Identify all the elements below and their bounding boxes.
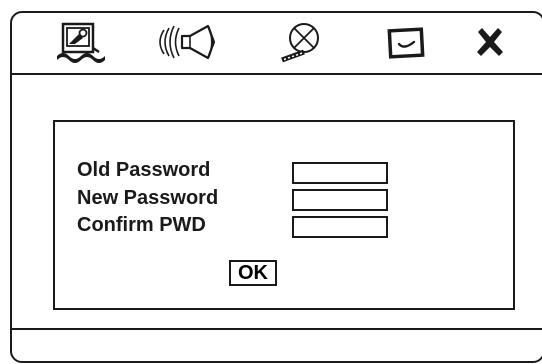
close-icon bbox=[477, 28, 503, 56]
ok-button[interactable]: OK bbox=[229, 260, 277, 286]
confirm-password-field[interactable] bbox=[292, 216, 388, 238]
footer-divider bbox=[11, 328, 542, 330]
system-setup-icon bbox=[57, 22, 105, 63]
confirm-password-label: Confirm PWD bbox=[77, 214, 206, 236]
new-password-field[interactable] bbox=[292, 189, 388, 211]
tab-system-setup[interactable] bbox=[50, 11, 110, 73]
tab-preference[interactable] bbox=[378, 11, 434, 73]
old-password-field[interactable] bbox=[292, 162, 388, 184]
new-password-label: New Password bbox=[77, 187, 219, 209]
old-password-label: Old Password bbox=[77, 159, 211, 181]
tab-exit[interactable] bbox=[464, 11, 516, 73]
speaker-icon bbox=[159, 24, 216, 60]
tab-video[interactable] bbox=[270, 11, 334, 73]
menu-toolbar bbox=[10, 11, 542, 73]
checkbox-icon bbox=[387, 27, 425, 59]
tab-audio[interactable] bbox=[148, 11, 228, 73]
video-icon bbox=[281, 23, 319, 63]
toolbar-divider bbox=[11, 73, 542, 75]
